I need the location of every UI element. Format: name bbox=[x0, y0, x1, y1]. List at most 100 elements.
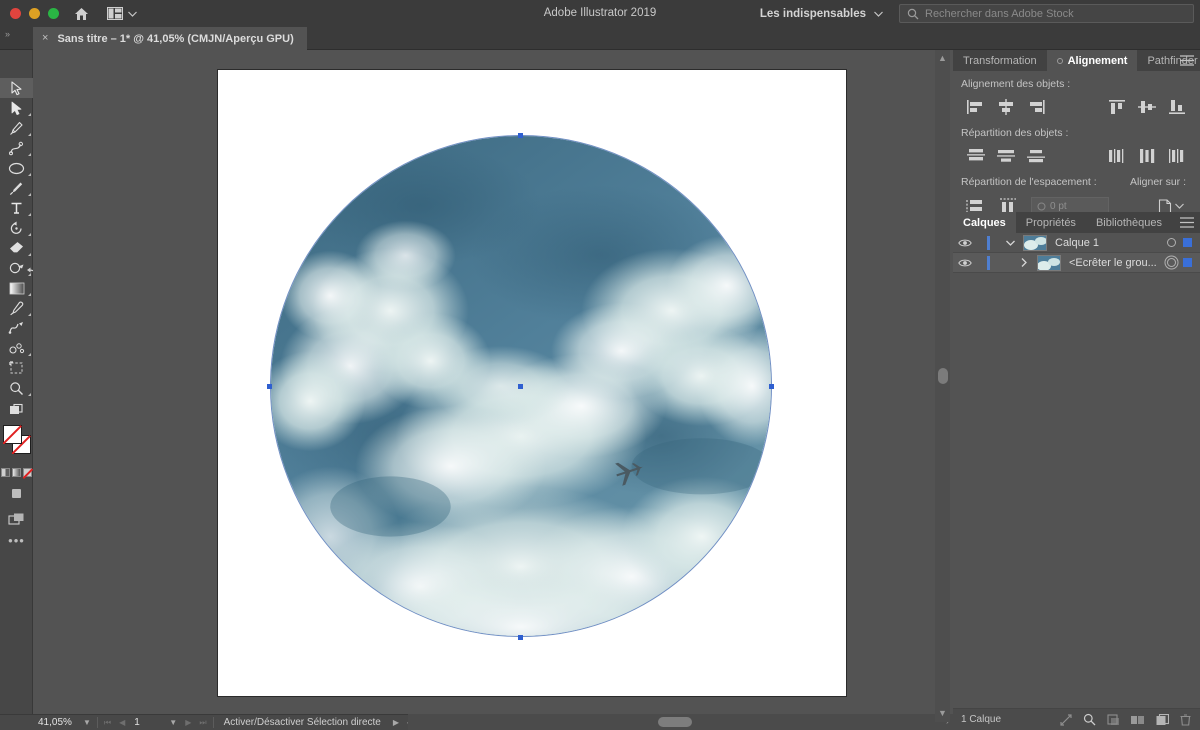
chevron-down-icon[interactable]: ▼ bbox=[79, 718, 95, 727]
anchor-point-left[interactable] bbox=[267, 384, 272, 389]
align-left-edges-button[interactable] bbox=[961, 97, 991, 117]
layer-disclosure-toggle[interactable] bbox=[1013, 258, 1035, 267]
layer-lock-toggle[interactable] bbox=[977, 255, 999, 270]
layer-target-icon[interactable] bbox=[1167, 238, 1176, 247]
status-menu-icon[interactable]: ▶ bbox=[381, 718, 403, 727]
artboard[interactable] bbox=[217, 69, 847, 697]
chevron-down-icon[interactable] bbox=[1175, 203, 1184, 209]
minimize-window-button[interactable] bbox=[29, 8, 40, 19]
panel-scroll-down-icon[interactable]: ▼ bbox=[935, 708, 950, 718]
fill-stroke-swatches[interactable] bbox=[0, 423, 33, 463]
panel-scroll-up-icon[interactable]: ▲ bbox=[935, 53, 950, 63]
layer-row-calque-1[interactable]: Calque 1 bbox=[953, 233, 1200, 253]
distribute-bottom-edges-button[interactable] bbox=[1021, 146, 1051, 166]
align-right-edges-button[interactable] bbox=[1021, 97, 1051, 117]
zoom-level-field[interactable]: 41,05% ▼ bbox=[33, 715, 95, 730]
tab-proprietes[interactable]: Propriétés bbox=[1016, 212, 1086, 233]
create-sublayer-icon[interactable] bbox=[1131, 714, 1145, 726]
chevron-down-icon[interactable] bbox=[128, 11, 137, 17]
canvas-area[interactable] bbox=[33, 50, 953, 714]
fill-swatch[interactable] bbox=[3, 425, 22, 444]
layer-selection-indicator[interactable] bbox=[1183, 258, 1192, 267]
symbol-sprayer-tool[interactable] bbox=[0, 338, 33, 358]
layer-target-icon[interactable] bbox=[1167, 258, 1176, 267]
direct-selection-tool[interactable] bbox=[0, 98, 33, 118]
layer-disclosure-toggle[interactable] bbox=[999, 240, 1021, 246]
artboard-tool[interactable] bbox=[0, 358, 33, 378]
next-page-icon[interactable]: ▶ bbox=[181, 718, 195, 727]
close-icon[interactable]: × bbox=[42, 33, 48, 44]
canvas-horizontal-scrollbar[interactable]: › bbox=[408, 714, 953, 730]
document-tab[interactable]: × Sans titre – 1* @ 41,05% (CMJN/Aperçu … bbox=[33, 27, 307, 50]
gradient-swatch-icon[interactable] bbox=[12, 467, 21, 477]
delete-layer-icon[interactable] bbox=[1180, 713, 1191, 726]
drawing-mode-icon[interactable] bbox=[0, 483, 33, 503]
eraser-tool[interactable] bbox=[0, 238, 33, 258]
collapse-toolbar-icon[interactable]: » bbox=[5, 29, 10, 39]
distribute-horizontal-center-button[interactable] bbox=[1132, 146, 1162, 166]
tab-alignement[interactable]: Alignement bbox=[1046, 50, 1138, 71]
none-swatch-icon[interactable] bbox=[23, 467, 32, 477]
distribute-right-edges-button[interactable] bbox=[1162, 146, 1192, 166]
layer-visibility-toggle[interactable] bbox=[953, 258, 977, 268]
layer-selection-indicator[interactable] bbox=[1183, 238, 1192, 247]
panel-dock-scrollbar[interactable]: ▲ ▼ bbox=[935, 50, 950, 722]
close-window-button[interactable] bbox=[10, 8, 21, 19]
make-clipping-mask-icon[interactable] bbox=[1107, 713, 1120, 726]
align-vertical-center-button[interactable] bbox=[1132, 97, 1162, 117]
maximize-window-button[interactable] bbox=[48, 8, 59, 19]
edit-toolbar-icon[interactable]: ••• bbox=[0, 529, 33, 551]
pen-tool[interactable] bbox=[0, 118, 33, 138]
screen-mode-icon[interactable] bbox=[0, 509, 33, 529]
type-tool[interactable] bbox=[0, 198, 33, 218]
tool-more-corner-icon bbox=[28, 353, 31, 356]
tab-bibliotheques[interactable]: Bibliothèques bbox=[1086, 212, 1172, 233]
ellipse-shape-tool[interactable] bbox=[0, 158, 33, 178]
layer-row-ecreter-le-groupe[interactable]: <Ecrêter le grou... bbox=[953, 253, 1200, 273]
chevron-down-icon[interactable]: ▼ bbox=[165, 718, 181, 727]
layer-visibility-toggle[interactable] bbox=[953, 238, 977, 248]
blend-tool[interactable] bbox=[0, 318, 33, 338]
tab-calques[interactable]: Calques bbox=[953, 212, 1016, 233]
canvas-hscroll-thumb[interactable] bbox=[658, 717, 692, 727]
color-swatch-icon[interactable] bbox=[1, 467, 10, 477]
arrange-documents-button[interactable] bbox=[107, 7, 137, 20]
search-adobe-stock-input[interactable]: Rechercher dans Adobe Stock bbox=[899, 4, 1194, 23]
layer-lock-toggle[interactable] bbox=[977, 235, 999, 250]
distribute-left-edges-button[interactable] bbox=[1102, 146, 1132, 166]
previous-page-icon[interactable]: ◀ bbox=[115, 718, 129, 727]
workspace-switcher[interactable]: Les indispensables bbox=[750, 4, 893, 24]
chevron-down-icon[interactable] bbox=[874, 11, 883, 17]
create-new-layer-icon[interactable] bbox=[1156, 713, 1169, 726]
zoom-tool[interactable] bbox=[0, 378, 33, 398]
home-icon[interactable] bbox=[73, 6, 90, 22]
panel-menu-icon[interactable] bbox=[1180, 50, 1194, 71]
curvature-tool[interactable] bbox=[0, 138, 33, 158]
anchor-point-top[interactable] bbox=[518, 133, 523, 138]
distribute-vertical-center-button[interactable] bbox=[991, 146, 1021, 166]
selection-tool[interactable] bbox=[0, 78, 33, 98]
search-icon[interactable] bbox=[1083, 713, 1096, 726]
panel-menu-icon[interactable] bbox=[1180, 212, 1194, 233]
first-page-icon[interactable]: ⏮ bbox=[100, 718, 115, 728]
align-horizontal-center-button[interactable] bbox=[991, 97, 1021, 117]
change-screen-mode-tool[interactable] bbox=[0, 400, 33, 420]
layer-target-controls[interactable] bbox=[1167, 238, 1200, 247]
paintbrush-tool[interactable] bbox=[0, 178, 33, 198]
distribute-top-edges-button[interactable] bbox=[961, 146, 991, 166]
anchor-point-bottom[interactable] bbox=[518, 635, 523, 640]
layer-target-controls[interactable] bbox=[1167, 258, 1200, 267]
eyedropper-tool[interactable] bbox=[0, 298, 33, 318]
color-mode-buttons[interactable] bbox=[0, 465, 33, 479]
anchor-point-center[interactable] bbox=[518, 384, 523, 389]
panel-scroll-thumb[interactable] bbox=[938, 368, 948, 384]
align-bottom-edges-button[interactable] bbox=[1162, 97, 1192, 117]
last-page-icon[interactable]: ⏭ bbox=[195, 718, 210, 728]
page-number-field[interactable]: 1 ▼ bbox=[129, 715, 181, 730]
tab-transformation[interactable]: Transformation bbox=[953, 50, 1047, 71]
locate-object-icon[interactable] bbox=[1060, 713, 1072, 726]
rotate-tool[interactable] bbox=[0, 218, 33, 238]
anchor-point-right[interactable] bbox=[769, 384, 774, 389]
window-controls[interactable] bbox=[0, 8, 59, 19]
align-top-edges-button[interactable] bbox=[1102, 97, 1132, 117]
